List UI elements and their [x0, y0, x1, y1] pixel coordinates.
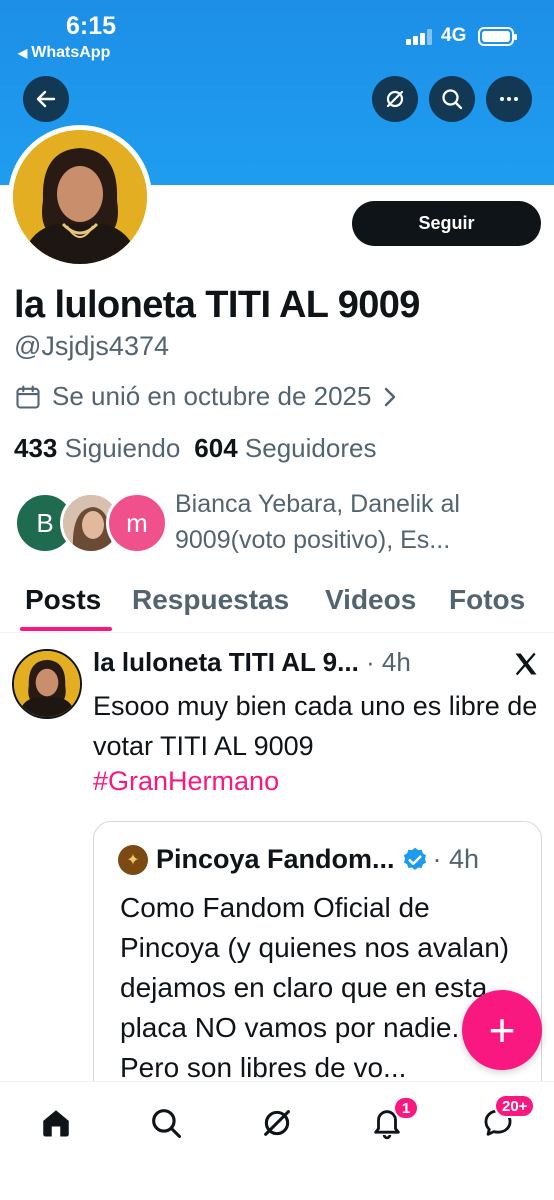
search-icon — [152, 1109, 182, 1139]
post-author-avatar[interactable] — [12, 649, 82, 719]
tab-videos[interactable]: Videos — [325, 584, 416, 616]
quoted-author-name: Pincoya Fandom... — [156, 844, 395, 874]
mutual-avatar-3: m — [106, 492, 168, 554]
verified-badge-icon — [403, 847, 426, 870]
compose-post-button[interactable]: + — [462, 990, 542, 1070]
quoted-author-avatar: ✦ — [118, 844, 148, 875]
active-tab-indicator — [20, 627, 112, 631]
post-hashtag-link[interactable]: #GranHermano — [93, 766, 279, 797]
back-to-app-link[interactable]: ◀ WhatsApp — [18, 44, 110, 62]
bottom-navigation: 1 20+ — [0, 1081, 554, 1200]
following-count: 433 — [14, 433, 58, 463]
quoted-post-text: Como Fandom Oficial de Pincoya (y quiene… — [120, 892, 510, 1083]
tab-posts[interactable]: Posts — [25, 584, 101, 616]
quoted-post-timestamp: · 4h — [432, 844, 480, 874]
nav-search[interactable] — [141, 1098, 191, 1148]
profile-tabs: Posts Respuestas Videos Fotos — [0, 578, 554, 633]
post-header: la luloneta TITI AL 9... · 4h — [93, 647, 411, 678]
back-app-label: WhatsApp — [31, 44, 111, 61]
tab-photos[interactable]: Fotos — [449, 584, 525, 616]
profile-handle: @Jsjdjs4374 — [14, 331, 169, 361]
signal-icon — [406, 29, 432, 45]
quoted-post[interactable]: ✦ Pincoya Fandom... · 4h Como Fandom Ofi… — [93, 821, 542, 1121]
grok-button[interactable] — [372, 76, 418, 122]
joined-date-text: Se unió en octubre de 2025 — [52, 381, 372, 411]
followers-count: 604 — [194, 433, 238, 463]
network-type: 4G — [441, 25, 467, 46]
post-timestamp: · 4h — [358, 647, 411, 677]
joined-date-row[interactable]: Se unió en octubre de 2025 — [14, 381, 399, 412]
grok-icon — [386, 90, 404, 108]
post-author-name[interactable]: la luloneta TITI AL 9... — [93, 647, 359, 677]
profile-name: la luloneta TITI AL 9009 — [14, 284, 420, 326]
mutual-followers-facepile[interactable]: B m — [14, 492, 168, 556]
back-button[interactable] — [23, 76, 69, 122]
arrow-left-icon — [36, 90, 56, 108]
search-icon — [442, 89, 463, 110]
profile-avatar[interactable] — [8, 125, 152, 269]
followers-label: Seguidores — [244, 433, 377, 463]
calendar-icon — [16, 384, 40, 409]
more-icon — [500, 97, 518, 101]
search-button[interactable] — [429, 76, 475, 122]
battery-icon — [478, 27, 517, 46]
follow-button[interactable]: Seguir — [352, 201, 541, 246]
back-triangle-icon: ◀ — [18, 46, 28, 60]
x-logo-icon — [515, 652, 537, 676]
chevron-right-icon — [385, 387, 396, 406]
mutual-followers-text[interactable]: Bianca Yebara, Danelik al 9009(voto posi… — [175, 486, 540, 558]
post-text: Esooo muy bien cada uno es libre de vota… — [93, 691, 538, 761]
followers-link[interactable]: 604 Seguidores — [194, 433, 376, 463]
more-options-button[interactable] — [486, 76, 532, 122]
nav-grok[interactable] — [252, 1098, 302, 1148]
notifications-badge: 1 — [393, 1096, 419, 1120]
grok-icon — [264, 1110, 290, 1136]
nav-home[interactable] — [31, 1098, 81, 1148]
home-icon — [43, 1110, 69, 1137]
tab-replies[interactable]: Respuestas — [132, 584, 289, 616]
status-time: 6:15 — [66, 12, 117, 40]
following-link[interactable]: 433 Siguiendo — [14, 433, 180, 463]
follow-counts: 433 Siguiendo 604 Seguidores — [14, 433, 376, 464]
messages-badge: 20+ — [494, 1094, 536, 1118]
status-bar: 6:15 ◀ WhatsApp 4G — [0, 0, 554, 70]
quoted-post-header: ✦ Pincoya Fandom... · 4h — [118, 844, 479, 875]
following-label: Siguiendo — [64, 433, 181, 463]
